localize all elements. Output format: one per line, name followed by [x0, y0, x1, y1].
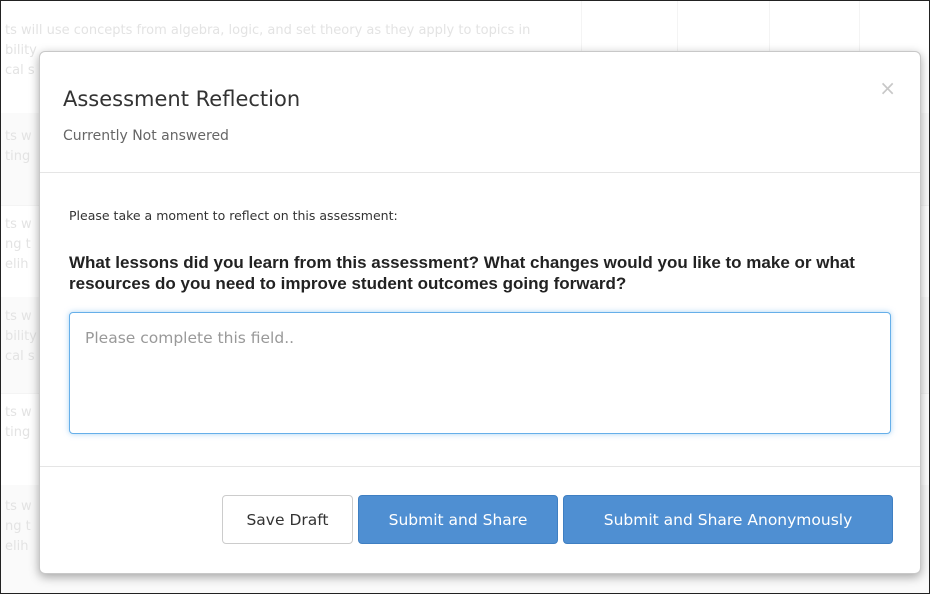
- modal-footer: Save Draft Submit and Share Submit and S…: [40, 467, 920, 573]
- reflection-answer-field[interactable]: [69, 312, 891, 434]
- modal-body: Please take a moment to reflect on this …: [40, 172, 920, 467]
- save-draft-button[interactable]: Save Draft: [222, 495, 353, 544]
- modal-header: Assessment Reflection Currently Not answ…: [40, 52, 920, 173]
- answer-status: Currently Not answered: [63, 128, 229, 144]
- app-window: ts will use concepts from algebra, logic…: [0, 0, 930, 594]
- modal-title: Assessment Reflection: [63, 87, 301, 111]
- reflection-prompt: Please take a moment to reflect on this …: [69, 208, 398, 223]
- submit-and-share-button[interactable]: Submit and Share: [358, 495, 558, 544]
- reflection-question: What lessons did you learn from this ass…: [69, 253, 855, 293]
- close-icon[interactable]: ×: [879, 78, 896, 98]
- submit-anonymously-button[interactable]: Submit and Share Anonymously: [563, 495, 893, 544]
- reflection-modal: Assessment Reflection Currently Not answ…: [39, 51, 921, 574]
